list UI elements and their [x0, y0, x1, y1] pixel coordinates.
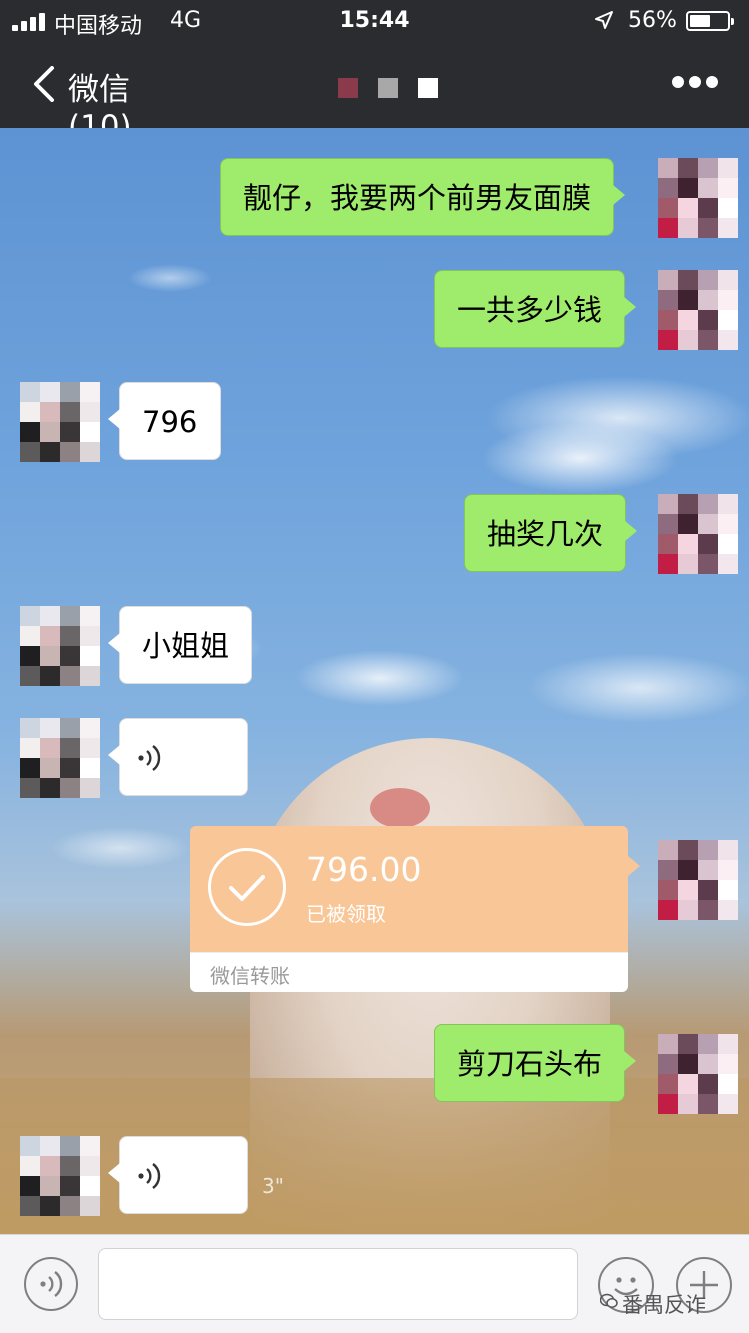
avatar-contact[interactable]	[20, 718, 100, 798]
more-options-button[interactable]	[672, 76, 718, 92]
redacted-block	[418, 78, 438, 98]
location-arrow-icon	[595, 11, 613, 29]
back-button[interactable]: 微信(10)	[30, 64, 190, 145]
voice-message[interactable]	[108, 1136, 248, 1214]
transfer-status: 已被领取	[306, 902, 386, 926]
transfer-card-body: 796.00 已被领取	[190, 826, 640, 952]
chat-title-redacted	[338, 78, 448, 102]
voice-wave-icon	[138, 1163, 161, 1189]
voice-duration: 3"	[262, 1174, 284, 1198]
avatar-self[interactable]	[658, 158, 738, 238]
battery-icon	[686, 11, 734, 31]
message-input[interactable]	[98, 1248, 578, 1320]
transfer-amount: 796.00	[306, 850, 422, 889]
avatar-self[interactable]	[658, 270, 738, 350]
avatar-self[interactable]	[658, 840, 738, 920]
chat-history[interactable]: 靓仔，我要两个前男友面膜 一共多少钱 796 抽奖几次 小姐姐 796.00 已…	[0, 128, 749, 1234]
message-bubble-sent[interactable]: 一共多少钱	[434, 270, 637, 348]
message-bubble-received[interactable]: 796	[108, 382, 221, 460]
transfer-label: 微信转账	[210, 964, 290, 988]
watermark-text: 番禺反诈	[622, 1293, 706, 1317]
redacted-block	[378, 78, 398, 98]
transfer-card[interactable]: 796.00 已被领取 微信转账	[190, 826, 640, 992]
battery-percent: 56%	[628, 8, 677, 33]
message-bubble-sent[interactable]: 抽奖几次	[464, 494, 638, 572]
redacted-block	[338, 78, 358, 98]
message-bubble-sent[interactable]: 靓仔，我要两个前男友面膜	[220, 158, 626, 236]
avatar-contact[interactable]	[20, 606, 100, 686]
avatar-contact[interactable]	[20, 1136, 100, 1216]
voice-input-button[interactable]	[24, 1257, 78, 1311]
avatar-self[interactable]	[658, 1034, 738, 1114]
checkmark-icon	[208, 848, 286, 926]
status-bar: 中国移动 4G 15:44 56%	[0, 0, 749, 44]
message-bubble-received[interactable]: 小姐姐	[107, 606, 253, 684]
chat-header: 微信(10)	[0, 44, 749, 145]
message-bubble-sent[interactable]: 剪刀石头布	[434, 1024, 637, 1102]
background-ground	[0, 1078, 749, 1234]
avatar-contact[interactable]	[20, 382, 100, 462]
wechat-logo-icon	[600, 1293, 618, 1308]
chevron-left-icon	[34, 66, 54, 102]
voice-wave-icon	[138, 745, 161, 771]
voice-message[interactable]	[108, 718, 248, 796]
background-decoration	[370, 788, 430, 828]
voice-wave-icon	[40, 1271, 63, 1297]
transfer-card-footer: 微信转账	[190, 952, 628, 992]
avatar-self[interactable]	[658, 494, 738, 574]
